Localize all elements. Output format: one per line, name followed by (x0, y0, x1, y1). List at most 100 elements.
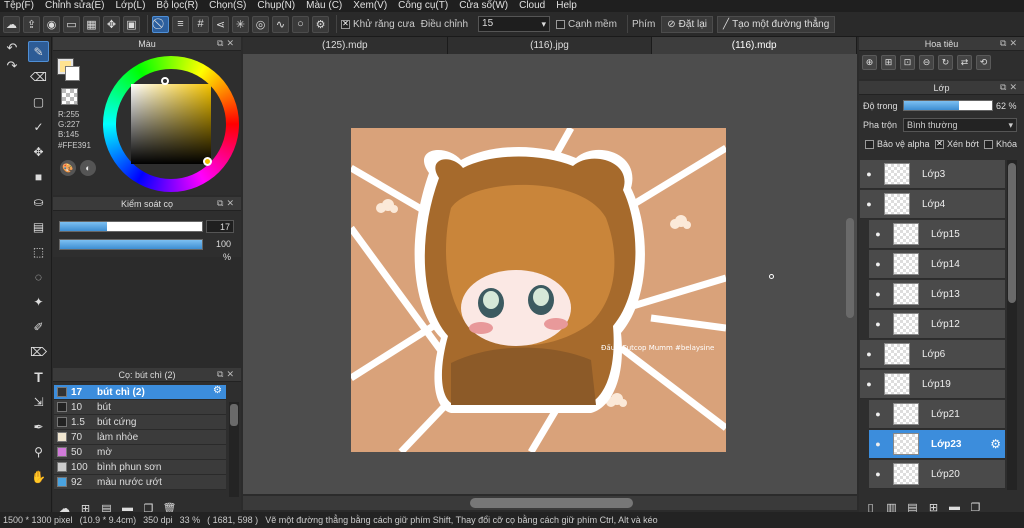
layer-row[interactable]: ● Lớp13 (869, 280, 1005, 309)
hide-selection-icon[interactable]: ▦ (83, 15, 100, 33)
panel-controls-icon[interactable]: ⧉✕ (1000, 82, 1020, 93)
text-tool-icon[interactable]: T (28, 366, 49, 387)
palette-icon[interactable]: 🎨 (60, 160, 76, 176)
select-all-icon[interactable]: ✥ (103, 15, 120, 33)
snap-settings-icon[interactable]: ⚙ (312, 15, 329, 33)
panel-controls-icon[interactable]: ⧉✕ (217, 198, 237, 209)
menu-item[interactable]: Công cụ(T) (394, 0, 455, 12)
cloud-icon[interactable]: ☁ (3, 15, 20, 33)
layer-row[interactable]: ● Lớp20 (869, 460, 1005, 489)
sv-cursor[interactable] (203, 157, 212, 166)
brush-item[interactable]: 100 bình phun sơn (54, 460, 226, 475)
menu-item[interactable]: Chỉnh sửa(E) (41, 0, 112, 12)
layer-opacity-slider[interactable] (903, 100, 993, 111)
visibility-eye-icon[interactable]: ● (872, 289, 884, 299)
layer-row[interactable]: ● Lớp23 ⚙ (869, 430, 1005, 459)
visibility-eye-icon[interactable]: ● (872, 319, 884, 329)
flip-icon[interactable]: ⇄ (957, 55, 972, 70)
menu-item[interactable]: Lớp(L) (112, 0, 153, 12)
visibility-eye-icon[interactable]: ● (872, 469, 884, 479)
actual-size-icon[interactable]: ⊡ (900, 55, 915, 70)
bucket-tool-icon[interactable]: ⛀ (28, 191, 49, 212)
layer-row[interactable]: ● Lớp4 (860, 190, 1005, 219)
brush-item[interactable]: 10 bút (54, 400, 226, 415)
layer-list-scrollbar[interactable] (1007, 160, 1017, 490)
menu-item[interactable]: Tệp(F) (0, 0, 41, 12)
visibility-eye-icon[interactable]: ● (872, 439, 884, 449)
saturation-value-square[interactable] (131, 84, 211, 164)
snap-grid-icon[interactable]: # (192, 15, 209, 33)
visibility-eye-icon[interactable]: ● (872, 229, 884, 239)
hue-cursor[interactable] (161, 77, 169, 85)
select-brush-tool-icon[interactable]: ✓ (28, 116, 49, 137)
layer-row[interactable]: ● Lớp3 (860, 160, 1005, 189)
brush-item[interactable]: 50 mờ (54, 445, 226, 460)
snap-parallel-icon[interactable]: ≡ (172, 15, 189, 33)
layer-row[interactable]: ● Lớp6 (860, 340, 1005, 369)
menu-item[interactable]: Chọn(S) (205, 0, 253, 12)
panel-controls-icon[interactable]: ⧉✕ (217, 38, 237, 49)
color-history-icon[interactable]: ◐ (80, 160, 96, 176)
magic-wand-tool-icon[interactable]: ✦ (28, 291, 49, 312)
brush-settings-gear-icon[interactable]: ⚙ (213, 385, 222, 396)
canvas-vertical-scrollbar[interactable] (845, 58, 855, 488)
eraser-tool-icon[interactable]: ⌫ (28, 66, 49, 87)
visibility-eye-icon[interactable]: ● (872, 409, 884, 419)
deselect-icon[interactable]: ▣ (123, 15, 140, 33)
rect-select-tool-icon[interactable]: ▢ (28, 91, 49, 112)
scrollbar-thumb[interactable] (230, 404, 238, 426)
snap-ellipse-icon[interactable]: ○ (292, 15, 309, 33)
redo-icon[interactable]: ↷ (3, 58, 21, 73)
brush-item[interactable]: 92 màu nước ướt (54, 475, 226, 490)
brush-size-value[interactable]: 17 (206, 220, 234, 233)
scrollbar-thumb[interactable] (1008, 163, 1016, 303)
panel-controls-icon[interactable]: ⧉✕ (217, 369, 237, 380)
hue-wheel[interactable] (103, 56, 239, 192)
snap-vanishing-icon[interactable]: ⋖ (212, 15, 229, 33)
soft-edge-checkbox[interactable]: Cạnh mềm (556, 19, 617, 30)
gradient-tool-icon[interactable]: ▤ (28, 216, 49, 237)
comment-icon[interactable]: ▭ (63, 15, 80, 33)
zoom-out-icon[interactable]: ⊖ (919, 55, 934, 70)
antialias-checkbox[interactable]: ✕ Khử răng cưa (341, 19, 415, 30)
zoom-in-icon[interactable]: ⊕ (862, 55, 877, 70)
move-tool-icon[interactable]: ✥ (28, 141, 49, 162)
layer-settings-gear-icon[interactable]: ⚙ (990, 437, 1001, 451)
snap-off-icon[interactable]: ⃠ (152, 15, 169, 33)
layer-row[interactable]: ● Lớp15 (869, 220, 1005, 249)
canvas-horizontal-scrollbar[interactable] (243, 496, 857, 510)
panel-controls-icon[interactable]: ⧉✕ (1000, 38, 1020, 49)
undo-icon[interactable]: ↶ (3, 40, 21, 55)
snap-circle-icon[interactable]: ◎ (252, 15, 269, 33)
menu-item[interactable]: Cửa sổ(W) (455, 0, 515, 12)
brush-item[interactable]: 1.5 bút cứng (54, 415, 226, 430)
lock-checkbox[interactable]: Khóa (984, 139, 1017, 149)
lasso-tool-icon[interactable]: ◌ (28, 266, 49, 287)
layer-row[interactable]: ● Lớp14 (869, 250, 1005, 279)
pen-tool-icon[interactable]: ✒ (28, 416, 49, 437)
scrollbar-thumb[interactable] (846, 218, 854, 318)
artwork[interactable]: Đấu · Cutcop Mumm #belaysine (351, 128, 726, 452)
visibility-eye-icon[interactable]: ● (863, 199, 875, 209)
visibility-eye-icon[interactable]: ● (863, 349, 875, 359)
menu-item[interactable]: Bộ lọc(R) (152, 0, 205, 12)
menu-item[interactable]: Help (552, 0, 584, 12)
export-icon[interactable]: ⇪ (23, 15, 40, 33)
fit-window-icon[interactable]: ⊞ (881, 55, 896, 70)
brush-size-slider[interactable] (59, 221, 203, 232)
hand-tool-icon[interactable]: ✋ (28, 466, 49, 487)
operation-tool-icon[interactable]: ⇲ (28, 391, 49, 412)
blend-mode-select[interactable]: Bình thường (903, 118, 1017, 132)
select-eraser-tool-icon[interactable]: ⌦ (28, 341, 49, 362)
select-pen-tool-icon[interactable]: ✐ (28, 316, 49, 337)
transparent-color-swatch[interactable] (61, 88, 78, 105)
canvas-area[interactable]: Đấu · Cutcop Mumm #belaysine (243, 54, 857, 494)
fill-rect-tool-icon[interactable]: ■ (28, 166, 49, 187)
visibility-eye-icon[interactable]: ● (872, 259, 884, 269)
reset-view-icon[interactable]: ⟲ (976, 55, 991, 70)
adjust-select[interactable]: 15 (478, 16, 551, 32)
layer-row[interactable]: ● Lớp21 (869, 400, 1005, 429)
layer-row[interactable]: ● Lớp19 (860, 370, 1005, 399)
rotate-icon[interactable]: ↻ (938, 55, 953, 70)
brush-tool-icon[interactable]: ✎ (28, 41, 49, 62)
